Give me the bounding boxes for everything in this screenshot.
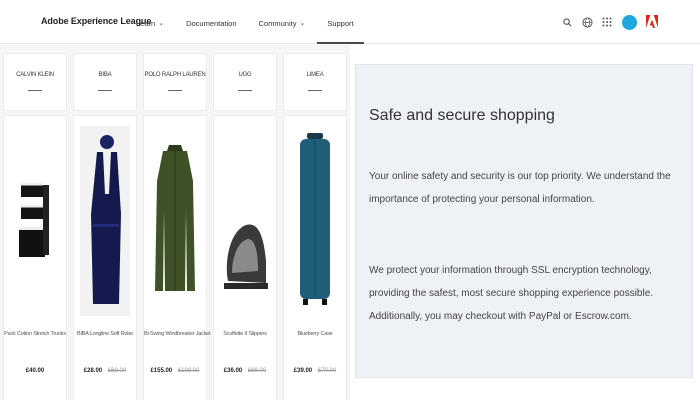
- current-price: £28.00: [83, 368, 103, 374]
- product-carousel: CALVIN KLEIN Pack Cotton Stretch Trunks …: [0, 45, 350, 400]
- current-price: £155.00: [150, 368, 173, 374]
- product-image: [144, 126, 206, 316]
- product-card[interactable]: Bi-Swing Windbreaker Jacket £155.00 £198…: [143, 115, 211, 400]
- product-image: [214, 196, 276, 306]
- product-price: £39.00 £70.00: [284, 368, 346, 374]
- nav-support-label: Support: [327, 18, 354, 28]
- secure-shopping-panel: Safe and secure shopping Your online saf…: [355, 64, 693, 378]
- product-column: POLO RALPH LAUREN Bi-Swing Windbreaker J…: [143, 53, 211, 400]
- product-price: £28.00 £69.00: [74, 368, 136, 374]
- panel-paragraph: Your online safety and security is our t…: [369, 171, 671, 205]
- nav-community-label: Community: [258, 18, 297, 28]
- site-brand[interactable]: Adobe Experience League: [41, 16, 151, 26]
- brand-name: LIMEA: [306, 72, 324, 78]
- product-card[interactable]: BIBA Longline Soft Robe £28.00 £69.00: [73, 115, 137, 400]
- product-name: Blueberry Case: [297, 331, 333, 337]
- product-price: £155.00 £198.00: [144, 368, 206, 374]
- product-column: LIMEA Blueberry Case £39.00 £70.00: [283, 53, 347, 400]
- product-card[interactable]: Pack Cotton Stretch Trunks £40.00: [3, 115, 67, 400]
- original-price: £198.00: [177, 368, 200, 374]
- brand-card[interactable]: CALVIN KLEIN: [3, 53, 67, 111]
- divider: [168, 90, 182, 91]
- current-price: £39.00: [293, 368, 313, 374]
- product-column: CALVIN KLEIN Pack Cotton Stretch Trunks …: [3, 53, 67, 400]
- product-price: £40.00: [4, 368, 66, 374]
- divider: [28, 90, 42, 91]
- current-price: £36.00: [223, 368, 243, 374]
- brand-card[interactable]: POLO RALPH LAUREN: [143, 53, 207, 111]
- nav-support[interactable]: Support: [317, 18, 365, 44]
- product-card[interactable]: Blueberry Case £39.00 £70.00: [283, 115, 347, 400]
- product-card[interactable]: Scuffette II Slippers £36.00 £68.00: [213, 115, 277, 400]
- original-price: £68.00: [247, 368, 267, 374]
- nav-documentation-label: Documentation: [186, 18, 237, 28]
- avatar[interactable]: [622, 14, 637, 30]
- product-image: [80, 126, 130, 316]
- nav-community[interactable]: Community ⌄: [259, 18, 306, 28]
- chevron-down-icon: ⌄: [299, 20, 306, 27]
- brand-name: CALVIN KLEIN: [16, 72, 54, 78]
- original-price: £69.00: [107, 368, 127, 374]
- product-price: £36.00 £68.00: [214, 368, 276, 374]
- product-name: Bi-Swing Windbreaker Jacket: [144, 331, 211, 337]
- brand-card[interactable]: BIBA: [73, 53, 137, 111]
- top-navigation-bar: Adobe Experience League Learn ⌄ Document…: [0, 0, 700, 44]
- main-nav: Learn ⌄ Documentation Community ⌄ Suppor…: [136, 0, 376, 44]
- globe-icon[interactable]: [580, 15, 594, 29]
- brand-card[interactable]: UGG: [213, 53, 277, 111]
- product-name: Pack Cotton Stretch Trunks: [4, 331, 66, 337]
- product-image: [284, 126, 346, 316]
- chevron-down-icon: ⌄: [158, 20, 165, 27]
- divider: [308, 90, 322, 91]
- product-column: BIBA BIBA Longline Soft Robe £28.00 £69.…: [73, 53, 137, 400]
- brand-name: BIBA: [98, 72, 112, 78]
- original-price: £70.00: [317, 368, 337, 374]
- product-column: UGG Scuffette II Slippers £36.00 £68.00: [213, 53, 277, 400]
- brand-name: UGG: [238, 72, 252, 78]
- divider: [238, 90, 252, 91]
- product-name: BIBA Longline Soft Robe: [77, 331, 133, 337]
- product-name: Scuffette II Slippers: [223, 331, 267, 337]
- current-price: £40.00: [25, 368, 45, 374]
- header-actions: [554, 12, 658, 32]
- panel-title: Safe and secure shopping: [369, 107, 555, 124]
- nav-learn[interactable]: Learn ⌄: [136, 18, 164, 28]
- panel-paragraph: We protect your information through SSL …: [369, 265, 654, 322]
- nav-learn-label: Learn: [136, 18, 156, 28]
- brand-card[interactable]: LIMEA: [283, 53, 347, 111]
- product-image: [4, 126, 66, 316]
- nav-documentation[interactable]: Documentation: [186, 18, 236, 28]
- brand-name: POLO RALPH LAUREN: [144, 72, 206, 78]
- divider: [98, 90, 112, 91]
- apps-grid-icon[interactable]: [600, 15, 614, 29]
- adobe-logo-icon[interactable]: [646, 15, 658, 29]
- search-icon[interactable]: [560, 15, 574, 29]
